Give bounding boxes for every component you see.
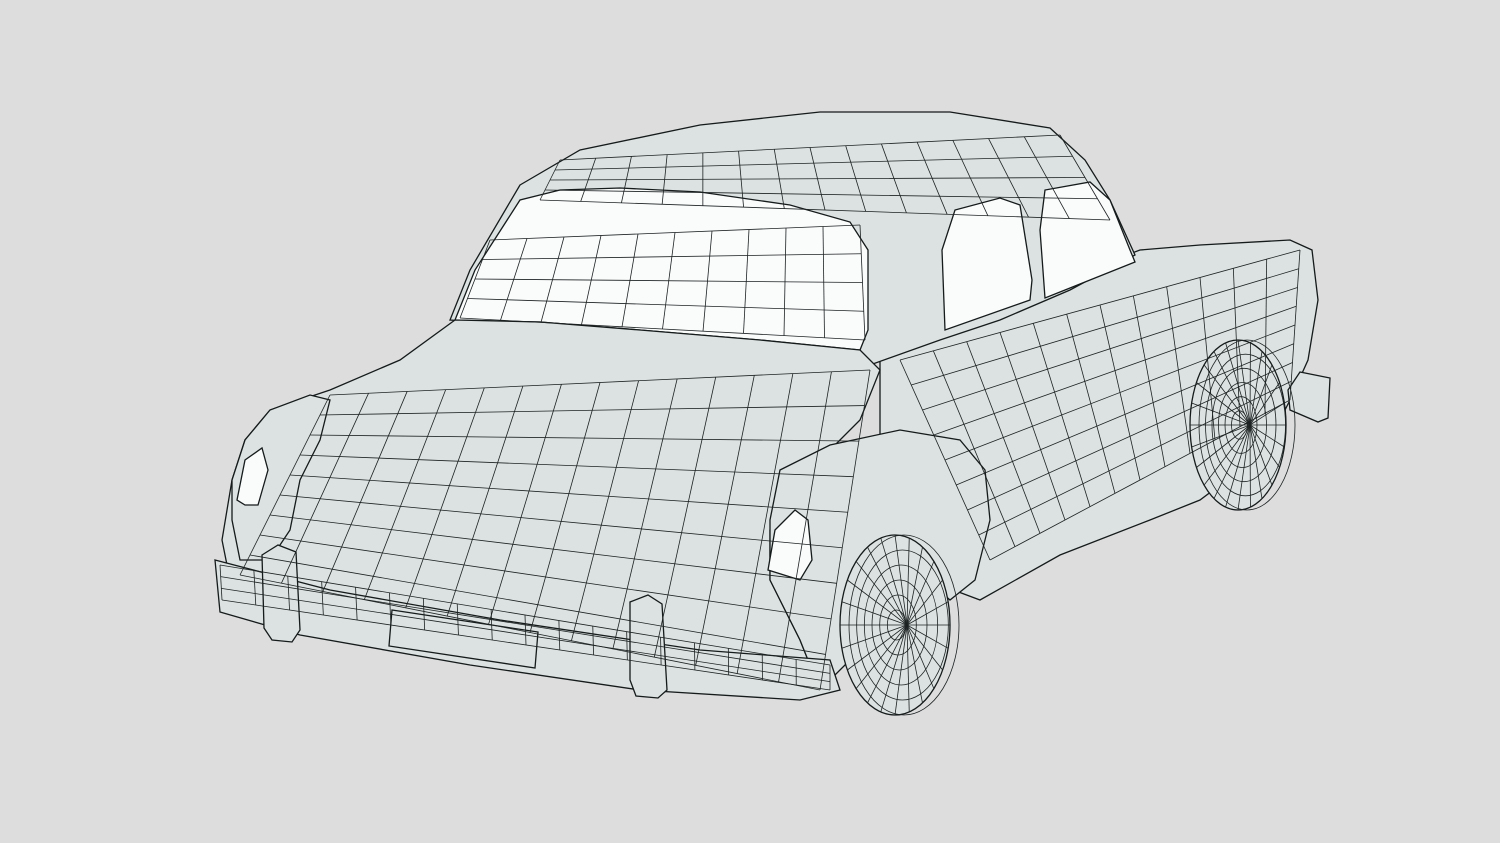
car-wireframe-render xyxy=(0,0,1500,843)
viewport-canvas[interactable] xyxy=(0,0,1500,843)
bumper-mesh xyxy=(660,637,662,666)
bumper-guard-left xyxy=(261,544,301,643)
